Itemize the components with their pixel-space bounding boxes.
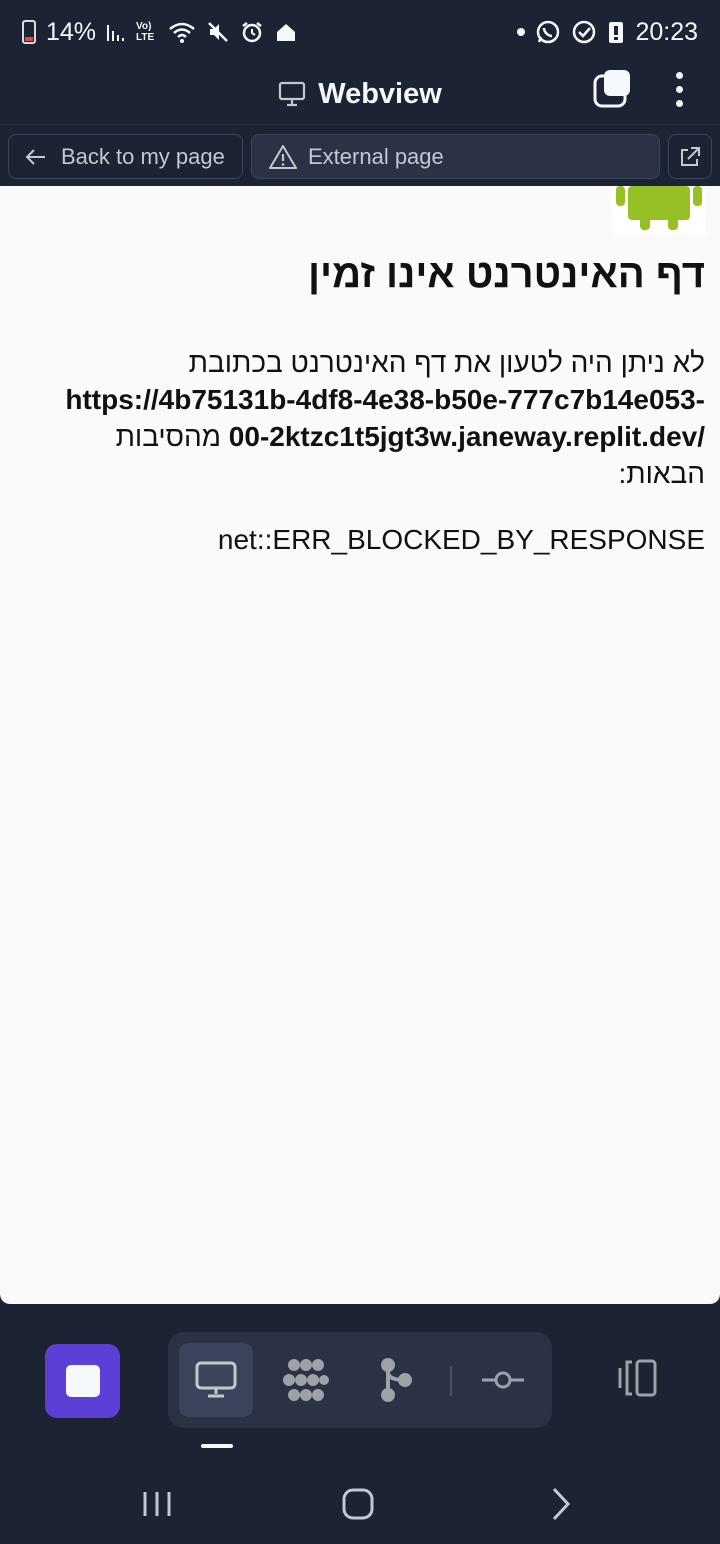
layout-toggle-button[interactable] [612, 1358, 662, 1404]
check-circle-icon [573, 20, 596, 44]
home-icon[interactable] [338, 1484, 378, 1524]
tool-git[interactable] [359, 1343, 433, 1417]
whatsapp-icon [537, 20, 560, 44]
monitor-icon [195, 1361, 237, 1398]
more-dot [675, 85, 683, 93]
more-dot [675, 99, 683, 107]
notification-dot-icon [517, 28, 526, 36]
warning-icon [269, 144, 297, 169]
external-page-field[interactable]: External page [251, 134, 660, 179]
external-page-label: External page [308, 143, 444, 169]
webview-nav-row: Back to my page External page [0, 124, 720, 186]
tabs-button[interactable] [592, 68, 634, 110]
page-title: Webview [318, 77, 442, 110]
battery-icon [22, 20, 36, 44]
tool-divider [450, 1366, 452, 1396]
split-layout-icon [618, 1359, 657, 1397]
tool-commits[interactable] [466, 1343, 540, 1417]
stop-button[interactable] [45, 1344, 120, 1418]
alarm-icon [242, 22, 262, 43]
git-branch-icon [381, 1358, 412, 1402]
error-text-before: לא ניתן היה לטעון את דף האינטרנט בכתובת [188, 347, 705, 378]
stop-icon [65, 1365, 100, 1397]
mute-icon [208, 22, 228, 42]
volte-label: Vo) LTE [136, 21, 155, 43]
tool-switcher [168, 1332, 552, 1428]
external-link-icon [681, 146, 700, 166]
error-code: net::ERR_BLOCKED_BY_RESPONSE [217, 524, 705, 555]
tool-webview[interactable] [179, 1343, 253, 1417]
back-label: Back to my page [61, 143, 225, 169]
more-options-button[interactable] [664, 68, 694, 110]
webview-content[interactable]: דף האינטרנט אינו זמין לא ניתן היה לטעון … [0, 186, 720, 1304]
battery-percent: 14% [46, 17, 97, 46]
monitor-icon [279, 81, 306, 107]
home-lock-icon [277, 24, 296, 41]
active-tool-indicator [201, 1444, 233, 1448]
back-to-my-page-button[interactable]: Back to my page [8, 134, 243, 179]
status-bar: 14% Vo) LTE 20:23 [0, 0, 720, 64]
battery-alert-icon [609, 22, 624, 43]
error-message: לא ניתן היה לטעון את דף האינטרנט בכתובת … [30, 344, 705, 492]
arrow-left-icon [25, 148, 45, 165]
more-dot [675, 71, 683, 79]
workflows-icon [283, 1359, 329, 1401]
tool-workflows[interactable] [269, 1343, 343, 1417]
android-navigation-bar [0, 1464, 720, 1544]
title-bar: Webview [0, 64, 720, 124]
tabs-icon [593, 70, 630, 108]
recent-apps-icon[interactable] [137, 1484, 177, 1524]
wifi-icon [169, 22, 195, 43]
commit-icon [482, 1371, 524, 1389]
android-robot-icon [612, 186, 706, 234]
back-chevron-icon[interactable] [540, 1484, 580, 1524]
bottom-toolbar [0, 1304, 720, 1464]
clock: 20:23 [635, 17, 698, 46]
status-right: 20:23 [517, 18, 698, 47]
signal-icon [107, 25, 125, 41]
open-external-button[interactable] [668, 134, 712, 179]
status-left: 14% Vo) LTE [22, 18, 298, 47]
error-title: דף האינטרנט אינו זמין [307, 252, 705, 296]
